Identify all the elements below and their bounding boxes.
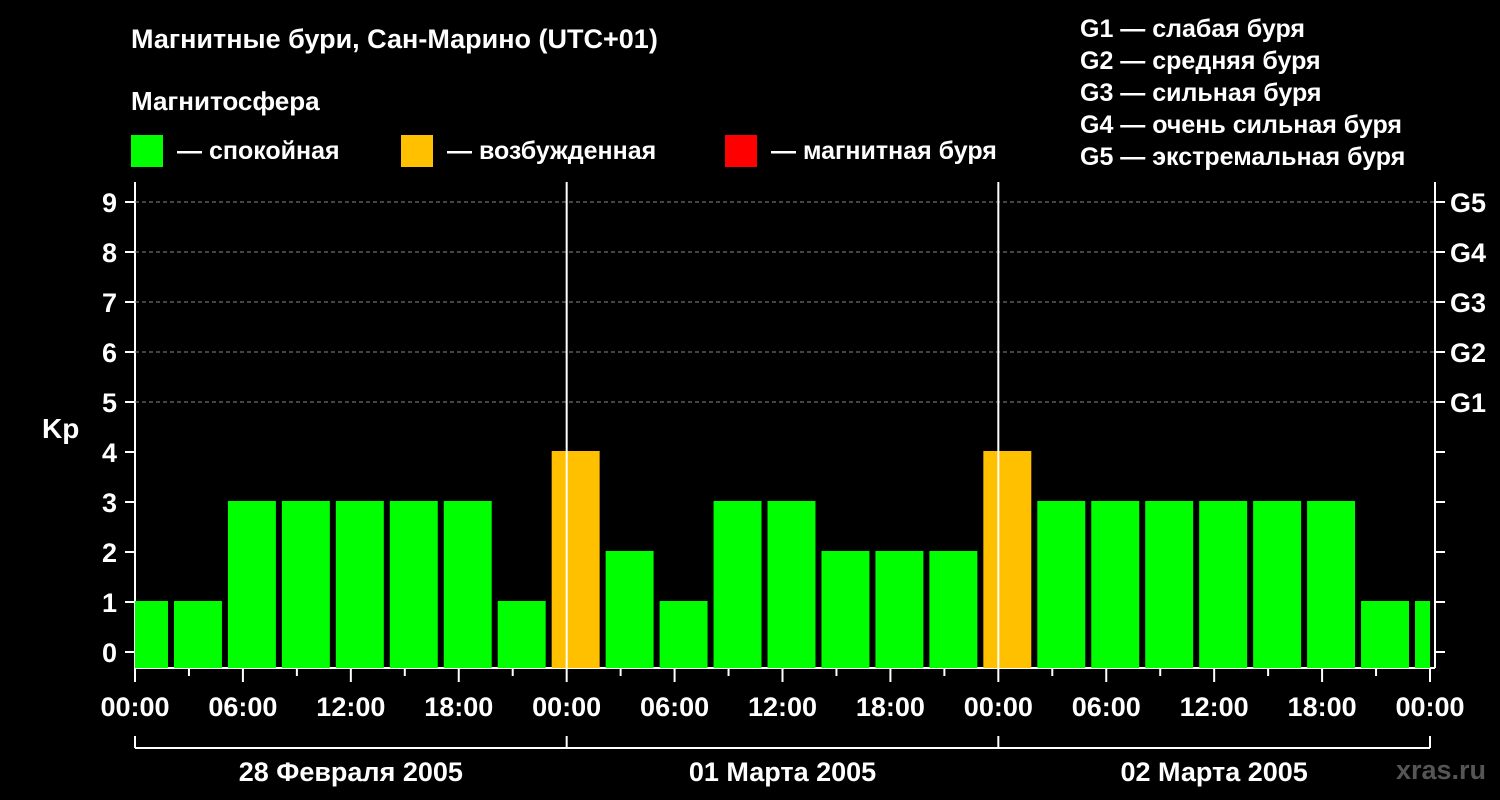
kp-bar [497,601,546,668]
x-tick-label: 12:00 [1180,692,1249,722]
watermark: xras.ru [1395,755,1486,785]
day-label: 02 Марта 2005 [1121,757,1308,787]
kp-bar [1199,501,1248,668]
right-tick-label: G4 [1450,238,1486,268]
kp-bar [1415,601,1430,668]
y-tick-label: 8 [102,238,117,268]
x-tick-label: 06:00 [640,692,709,722]
kp-bar [605,551,654,668]
kp-bar [767,501,816,668]
kp-bar [713,501,762,668]
y-tick-label: 7 [102,288,117,318]
y-tick-label: 9 [102,188,117,218]
kp-bar [1145,501,1194,668]
y-tick-label: 0 [102,638,117,668]
kp-bar [389,501,438,668]
kp-bar [443,501,492,668]
x-tick-label: 18:00 [856,692,925,722]
kp-bar [929,551,978,668]
kp-bar [983,451,1032,668]
y-tick-label: 6 [102,338,117,368]
x-tick-label: 00:00 [100,692,169,722]
x-tick-label: 18:00 [1288,692,1357,722]
kp-bar [1307,501,1356,668]
y-tick-label: 4 [102,438,117,468]
y-tick-label: 3 [102,488,117,518]
right-tick-label: G3 [1450,288,1486,318]
y-axis-label: Kp [42,413,79,444]
x-tick-label: 06:00 [1072,692,1141,722]
x-tick-label: 12:00 [316,692,385,722]
kp-bar [659,601,708,668]
kp-bar-chart: G1 G2 G3 G4 G5 0 1 2 3 4 5 6 7 8 9 Kp 00:00 06:00 12:00 18:… [42,182,1486,787]
y-tick-label: 5 [102,388,117,418]
y-tick-label: 1 [102,588,117,618]
kp-bar [551,451,600,668]
y-tick-label: 2 [102,538,117,568]
right-tick-label: G1 [1450,388,1486,418]
kp-bar [1037,501,1086,668]
kp-bar [335,501,384,668]
kp-bar [1091,501,1140,668]
kp-bar [135,601,168,668]
kp-bar [1361,601,1410,668]
kp-bar [1253,501,1302,668]
x-tick-label: 06:00 [208,692,277,722]
day-label: 01 Марта 2005 [689,757,876,787]
kp-bar [875,551,924,668]
kp-bar [173,601,222,668]
kp-bar [821,551,870,668]
kp-bar [281,501,330,668]
x-tick-label: 00:00 [964,692,1033,722]
x-tick-label: 00:00 [532,692,601,722]
right-tick-label: G5 [1450,188,1486,218]
right-tick-label: G2 [1450,338,1486,368]
day-label: 28 Февраля 2005 [239,757,463,787]
x-tick-label: 12:00 [748,692,817,722]
kp-bar [227,501,276,668]
x-tick-label: 18:00 [424,692,493,722]
x-tick-label: 00:00 [1395,692,1464,722]
